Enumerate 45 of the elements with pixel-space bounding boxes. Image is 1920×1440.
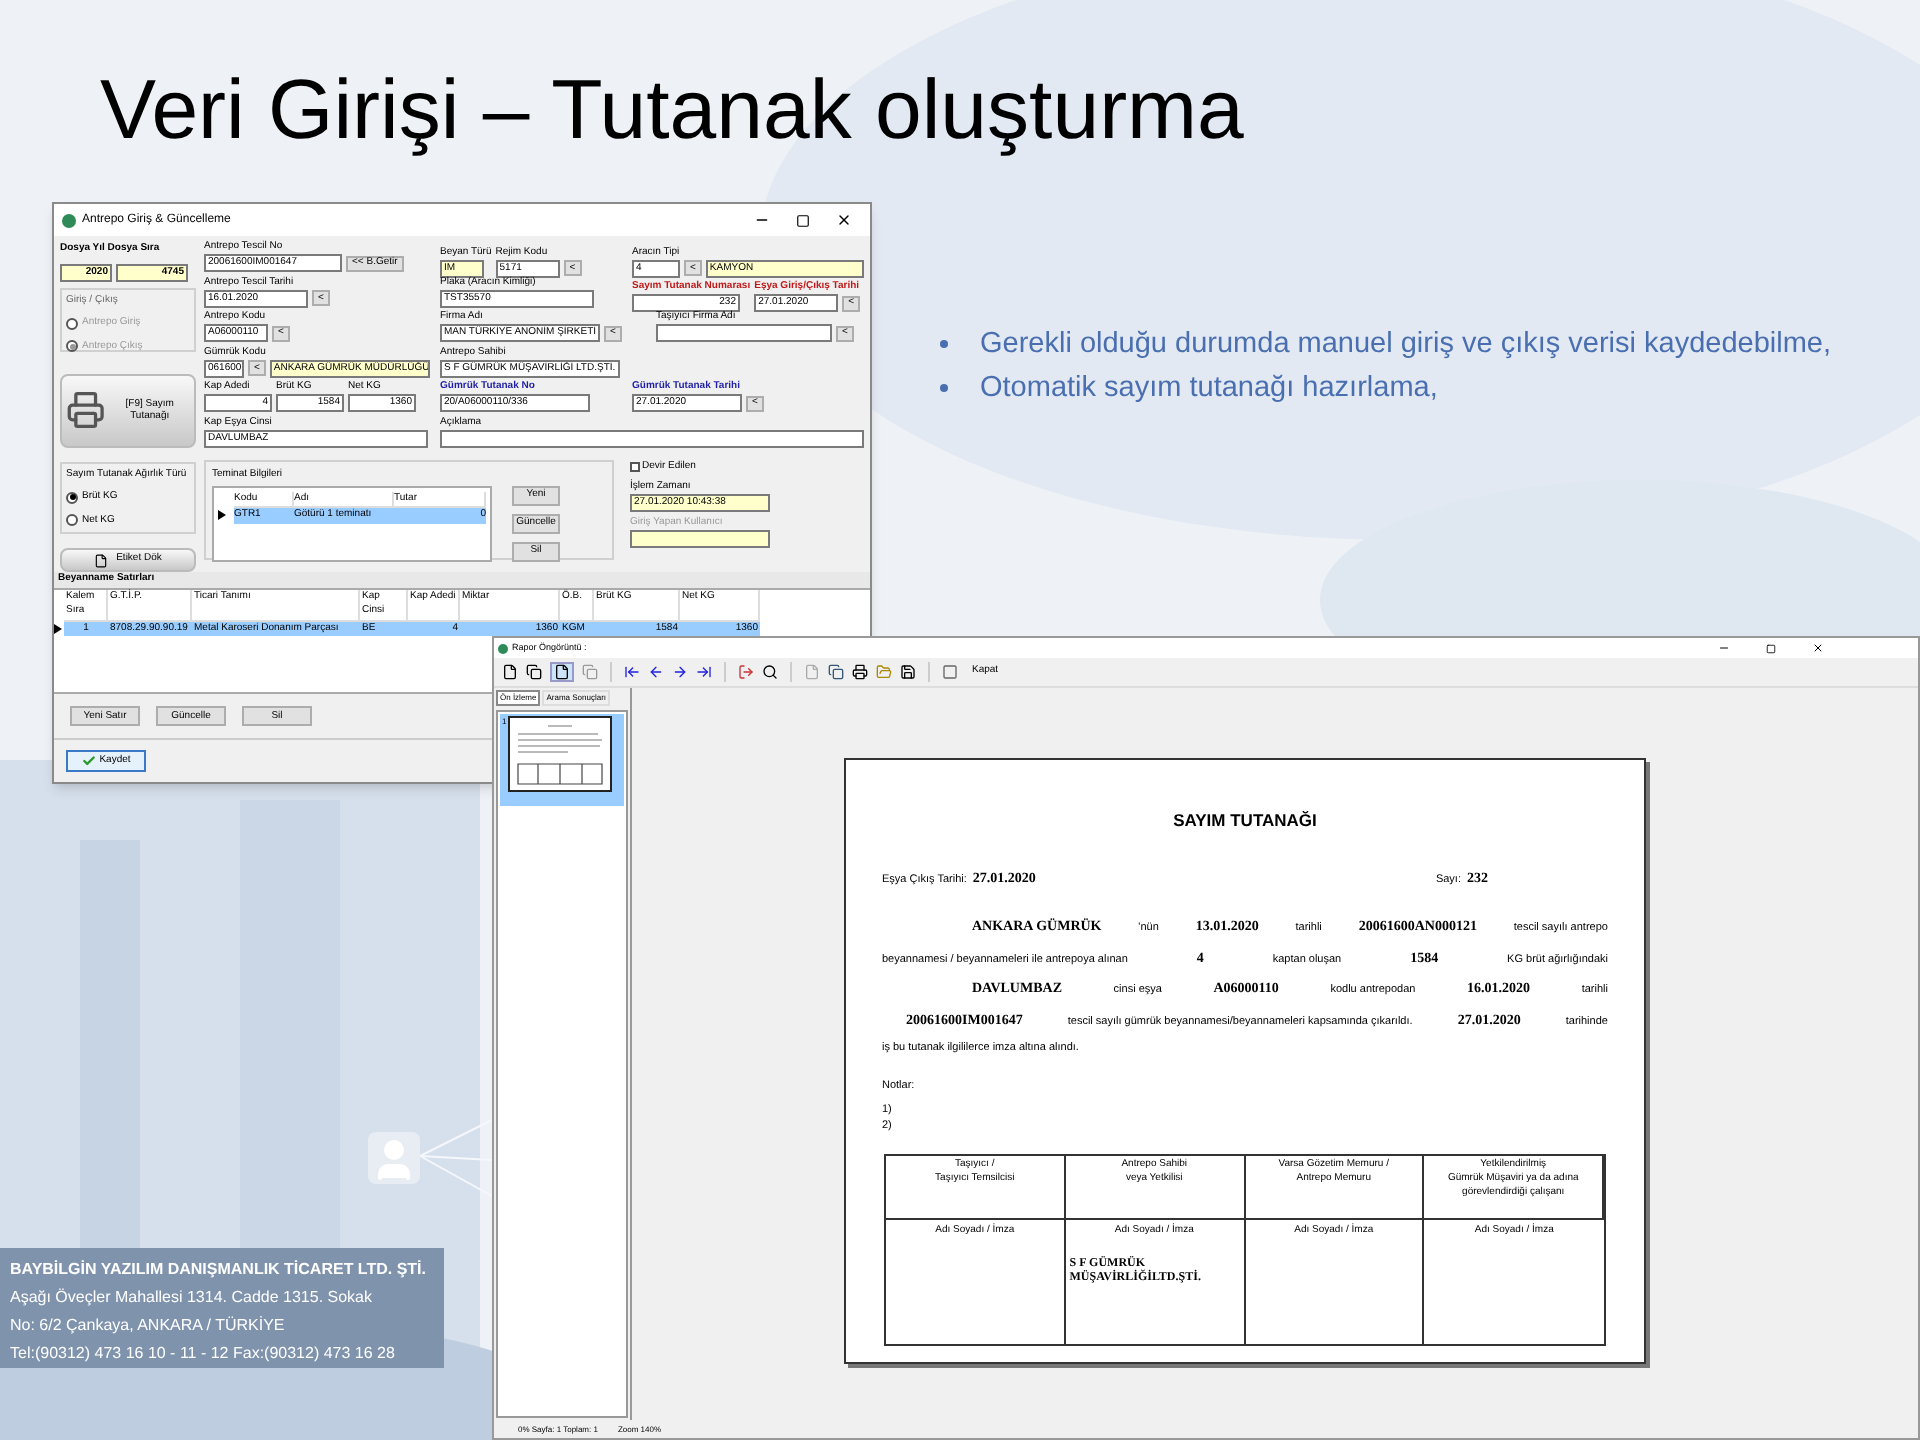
maximize-icon[interactable]	[1766, 643, 1776, 653]
slide-title: Veri Girişi – Tutanak oluşturma	[100, 68, 1244, 152]
radio-button[interactable]	[66, 491, 78, 504]
row-pointer-icon	[54, 623, 62, 634]
first-page-icon[interactable]	[624, 664, 640, 680]
single-page-button[interactable]	[550, 662, 574, 682]
text-field[interactable]	[630, 529, 770, 547]
last-page-icon[interactable]	[696, 664, 712, 680]
radio-button[interactable]	[66, 340, 78, 353]
pages-icon[interactable]	[526, 664, 542, 680]
next-page-icon[interactable]	[672, 664, 688, 680]
bullet-text: Otomatik sayım tutanağı hazırlama,	[980, 370, 1438, 408]
company-address: Tel:(90312) 473 16 10 - 11 - 12 Fax:(90312) 473 16 28	[10, 1342, 397, 1366]
bullet-icon	[940, 384, 948, 392]
person-icon	[368, 1132, 420, 1184]
search-icon[interactable]	[762, 664, 778, 680]
company-address: Aşağı Öveçler Mahallesi 1314. Cadde 1315. Sokak	[10, 1286, 374, 1310]
close-icon[interactable]	[1812, 642, 1824, 654]
check-icon	[81, 754, 96, 768]
report-title: SAYIM TUTANAĞI	[1171, 808, 1319, 834]
export-icon[interactable]	[738, 664, 754, 680]
radio-button[interactable]	[66, 514, 78, 527]
printer-icon	[66, 388, 106, 433]
company-name: BAYBİLGİN YAZILIM DANIŞMANLIK TİCARET LTD. ŞTİ.	[10, 1258, 429, 1282]
company-address: No: 6/2 Çankaya, ANKARA / TÜRKİYE	[10, 1314, 287, 1338]
document-icon	[94, 553, 109, 568]
app-icon	[62, 213, 76, 227]
previous-page-icon[interactable]	[648, 664, 664, 680]
bullet-icon	[940, 340, 948, 348]
folder-icon[interactable]	[876, 664, 892, 680]
page-preview-drawing	[508, 716, 613, 792]
text-field[interactable]	[656, 324, 832, 342]
radio-button[interactable]	[66, 317, 78, 330]
pages-icon[interactable]	[828, 664, 844, 680]
page-icon[interactable]	[502, 664, 518, 680]
maximize-icon[interactable]	[796, 213, 810, 227]
print-icon[interactable]	[852, 664, 868, 680]
bullet-text: Gerekli olduğu durumda manuel giriş ve çıkış verisi kaydedebilme,	[980, 326, 1832, 364]
close-icon[interactable]	[836, 212, 852, 228]
square-icon[interactable]	[942, 664, 958, 680]
text-field[interactable]	[440, 429, 864, 447]
save-icon[interactable]	[900, 664, 916, 680]
app-icon	[498, 643, 508, 653]
checkbox[interactable]	[630, 462, 640, 473]
row-pointer-icon	[218, 510, 226, 521]
